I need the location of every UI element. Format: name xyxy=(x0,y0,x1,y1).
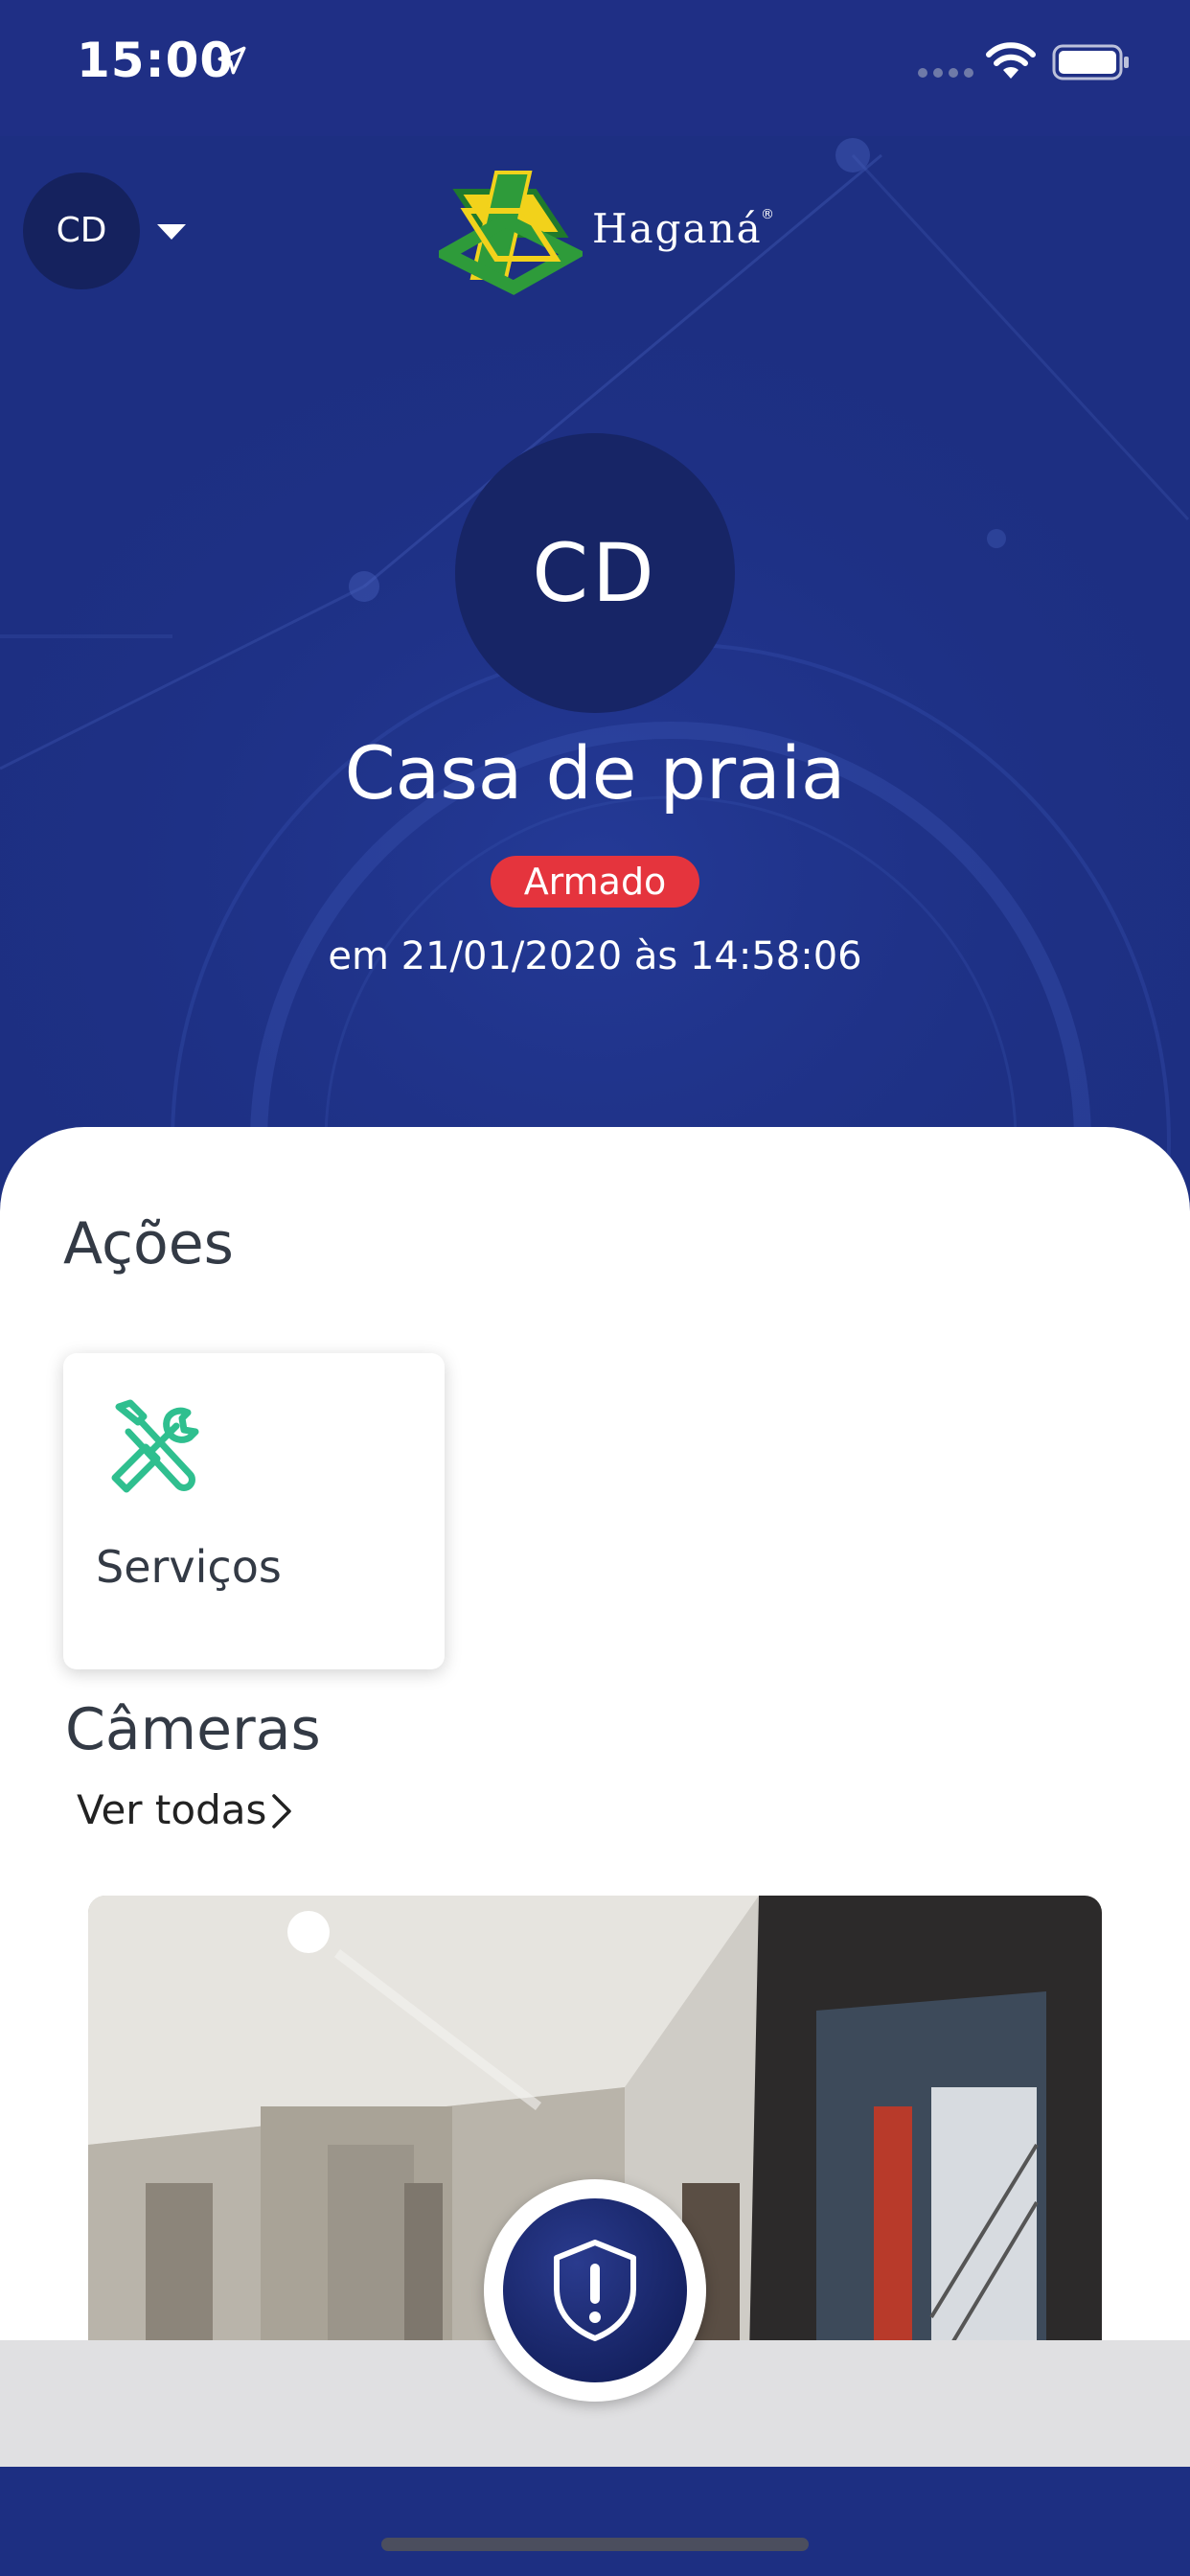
hagana-logo-icon xyxy=(439,171,583,295)
status-bar: 15:00 xyxy=(0,0,1190,136)
tools-icon xyxy=(111,1399,199,1493)
caret-down-icon[interactable] xyxy=(155,222,188,242)
panic-button-core xyxy=(503,2198,687,2382)
status-timestamp: em 21/01/2020 às 14:58:06 xyxy=(328,934,862,978)
chevron-right-icon[interactable] xyxy=(268,1792,295,1830)
services-action-card[interactable]: Serviços xyxy=(63,1353,445,1669)
home-indicator xyxy=(381,2538,809,2551)
cameras-section-title: Câmeras xyxy=(65,1696,321,1763)
site-avatar: CD xyxy=(455,433,735,713)
site-name: Casa de praia xyxy=(344,730,846,816)
shield-alert-icon xyxy=(554,2240,636,2341)
panic-button[interactable] xyxy=(484,2179,706,2402)
battery-icon xyxy=(1052,44,1129,80)
account-switcher-avatar[interactable]: CD xyxy=(23,172,140,289)
alarm-status-badge: Armado xyxy=(491,856,699,908)
signal-dots-icon xyxy=(918,68,973,78)
status-time: 15:00 xyxy=(77,33,235,88)
wifi-icon xyxy=(986,42,1036,79)
see-all-cameras-link[interactable]: Ver todas xyxy=(77,1786,266,1833)
location-arrow-icon xyxy=(217,46,246,75)
actions-section-title: Ações xyxy=(63,1210,234,1277)
bottom-safe-area xyxy=(0,2467,1190,2576)
logo-wordmark: Haganá xyxy=(592,205,763,252)
services-label: Serviços xyxy=(96,1541,282,1593)
logo-registered-mark: ® xyxy=(761,207,774,222)
